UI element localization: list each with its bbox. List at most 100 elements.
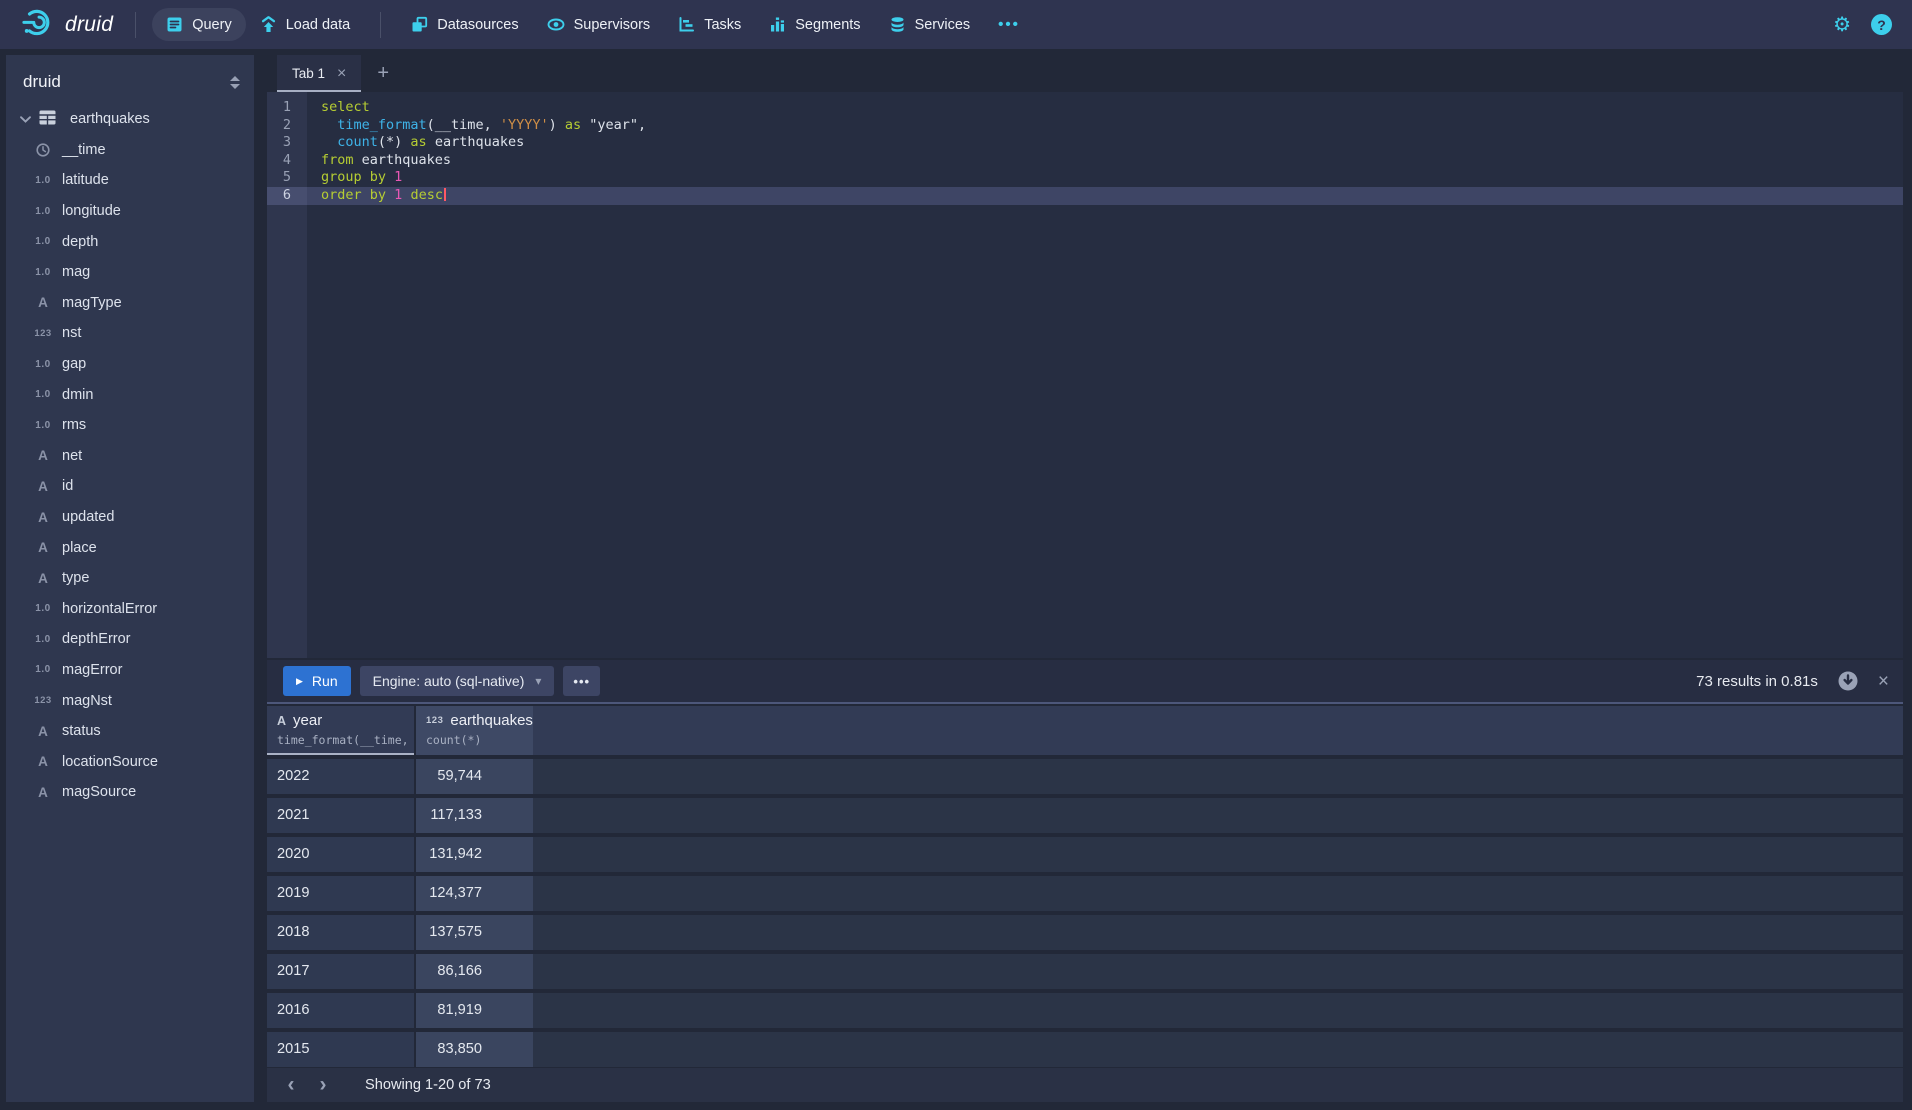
nav-item-segments[interactable]: Segments (755, 8, 874, 41)
earthquakes-cell[interactable]: 83,850 (414, 1032, 533, 1067)
year-cell[interactable]: 2020 (267, 837, 414, 872)
column-item-latitude[interactable]: 1.0latitude (6, 165, 254, 196)
earthquakes-cell[interactable]: 59,744 (414, 759, 533, 794)
nav-item-query[interactable]: Query (152, 8, 246, 41)
column-item-mag[interactable]: 1.0mag (6, 257, 254, 288)
help-icon[interactable]: ? (1871, 14, 1892, 35)
earthquakes-cell[interactable]: 117,133 (414, 798, 533, 833)
pagination-label: Showing 1-20 of 73 (365, 1077, 491, 1093)
table-row: 201786,166 (267, 954, 1903, 989)
results-rows: 202259,7442021117,1332020131,9422019124,… (267, 759, 1903, 1067)
column-item-locationSource[interactable]: AlocationSource (6, 746, 254, 777)
nav-divider (135, 12, 136, 38)
schema-selector[interactable]: druid (6, 55, 254, 104)
earthquakes-cell[interactable]: 86,166 (414, 954, 533, 989)
column-item-nst[interactable]: 123nst (6, 318, 254, 349)
column-item-place[interactable]: Aplace (6, 532, 254, 563)
next-page-icon[interactable]: › (307, 1070, 339, 1100)
year-cell[interactable]: 2017 (267, 954, 414, 989)
editor-line-5: 5group by 1 (267, 169, 1903, 187)
column-item-type[interactable]: Atype (6, 563, 254, 594)
editor-line-1: 1select (267, 99, 1903, 117)
engine-select[interactable]: Engine: auto (sql-native) ▾ (360, 666, 555, 696)
column-item-horizontalError[interactable]: 1.0horizontalError (6, 594, 254, 625)
year-cell[interactable]: 2018 (267, 915, 414, 950)
column-item-magNst[interactable]: 123magNst (6, 685, 254, 716)
column-item-net[interactable]: Anet (6, 441, 254, 472)
column-item-depthError[interactable]: 1.0depthError (6, 624, 254, 655)
settings-gear-icon[interactable]: ⚙ (1833, 15, 1851, 35)
table-icon (39, 110, 56, 129)
tab-close-icon[interactable]: × (337, 66, 346, 82)
column-item-magError[interactable]: 1.0magError (6, 655, 254, 686)
column-item-dmin[interactable]: 1.0dmin (6, 379, 254, 410)
earthquakes-cell[interactable]: 137,575 (414, 915, 533, 950)
editor-line-4: 4from earthquakes (267, 152, 1903, 170)
float-type-icon: 1.0 (30, 634, 56, 645)
earthquakes-cell[interactable]: 81,919 (414, 993, 533, 1028)
float-type-icon: 1.0 (30, 389, 56, 400)
column-item-magType[interactable]: AmagType (6, 288, 254, 319)
column-item-id[interactable]: Aid (6, 471, 254, 502)
year-cell[interactable]: 2016 (267, 993, 414, 1028)
float-type-icon: 1.0 (30, 359, 56, 370)
datasource-item-earthquakes[interactable]: earthquakes (6, 104, 254, 135)
nav-item-supervisors[interactable]: Supervisors (533, 8, 665, 41)
table-row: 2020131,942 (267, 837, 1903, 872)
sql-editor[interactable]: 1select2 time_format(__time, 'YYYY') as … (267, 92, 1903, 658)
datasource-columns: __time1.0latitude1.0longitude1.0depth1.0… (6, 135, 254, 808)
nav-item-load-data[interactable]: Load data (246, 8, 365, 41)
pagination-bar: ‹ › Showing 1-20 of 73 (267, 1068, 1903, 1102)
year-cell[interactable]: 2019 (267, 876, 414, 911)
query-icon (166, 16, 183, 33)
column-header-earthquakes[interactable]: 123 earthquakes count(*) (414, 706, 533, 755)
column-item-updated[interactable]: Aupdated (6, 502, 254, 533)
nav-item-tasks[interactable]: Tasks (664, 8, 755, 41)
column-item-longitude[interactable]: 1.0longitude (6, 196, 254, 227)
long-type-icon: 123 (30, 695, 56, 706)
query-more-button[interactable]: ••• (563, 666, 600, 696)
column-item-status[interactable]: Astatus (6, 716, 254, 747)
string-type-icon: A (30, 785, 56, 800)
float-type-icon: 1.0 (30, 664, 56, 675)
column-item-rms[interactable]: 1.0rms (6, 410, 254, 441)
double-caret-sort-icon[interactable] (230, 76, 240, 89)
services-icon (889, 16, 906, 33)
segments-icon (769, 16, 786, 33)
earthquakes-cell[interactable]: 124,377 (414, 876, 533, 911)
nav-item-services[interactable]: Services (875, 8, 985, 41)
year-cell[interactable]: 2015 (267, 1032, 414, 1067)
supervisors-icon (547, 16, 565, 33)
column-item-magSource[interactable]: AmagSource (6, 777, 254, 808)
string-type-icon: A (30, 448, 56, 463)
new-tab-button[interactable]: + (361, 55, 405, 92)
nav-more-button[interactable]: ••• (984, 8, 1034, 41)
column-item-gap[interactable]: 1.0gap (6, 349, 254, 380)
brand-text: druid (65, 13, 113, 37)
query-workbench: Tab 1 × + 1select2 time_format(__time, '… (267, 55, 1903, 1102)
druid-logo[interactable]: druid (14, 6, 119, 43)
earthquakes-cell[interactable]: 131,942 (414, 837, 533, 872)
tab-1[interactable]: Tab 1 × (277, 55, 361, 92)
datasource-name: earthquakes (70, 111, 150, 127)
column-item-__time[interactable]: __time (6, 135, 254, 166)
column-item-depth[interactable]: 1.0depth (6, 226, 254, 257)
text-cursor (444, 188, 446, 201)
year-cell[interactable]: 2022 (267, 759, 414, 794)
nav-item-datasources[interactable]: Datasources (397, 8, 532, 41)
caret-down-icon: ▾ (535, 674, 541, 688)
datasources-icon (411, 16, 428, 33)
year-cell[interactable]: 2021 (267, 798, 414, 833)
column-header-year[interactable]: A year time_format(__time, … (267, 706, 414, 755)
run-button[interactable]: ▶ Run (283, 666, 351, 696)
more-dots-icon: ••• (998, 16, 1020, 33)
table-row: 201583,850 (267, 1032, 1903, 1067)
editor-line-2: 2 time_format(__time, 'YYYY') as "year", (267, 117, 1903, 135)
schema-title: druid (23, 72, 61, 92)
close-results-icon[interactable]: × (1878, 672, 1889, 691)
prev-page-icon[interactable]: ‹ (275, 1070, 307, 1100)
string-type-icon: A (30, 479, 56, 494)
string-type-icon: A (30, 571, 56, 586)
chevron-down-icon (20, 111, 31, 127)
download-results-icon[interactable] (1837, 670, 1859, 692)
